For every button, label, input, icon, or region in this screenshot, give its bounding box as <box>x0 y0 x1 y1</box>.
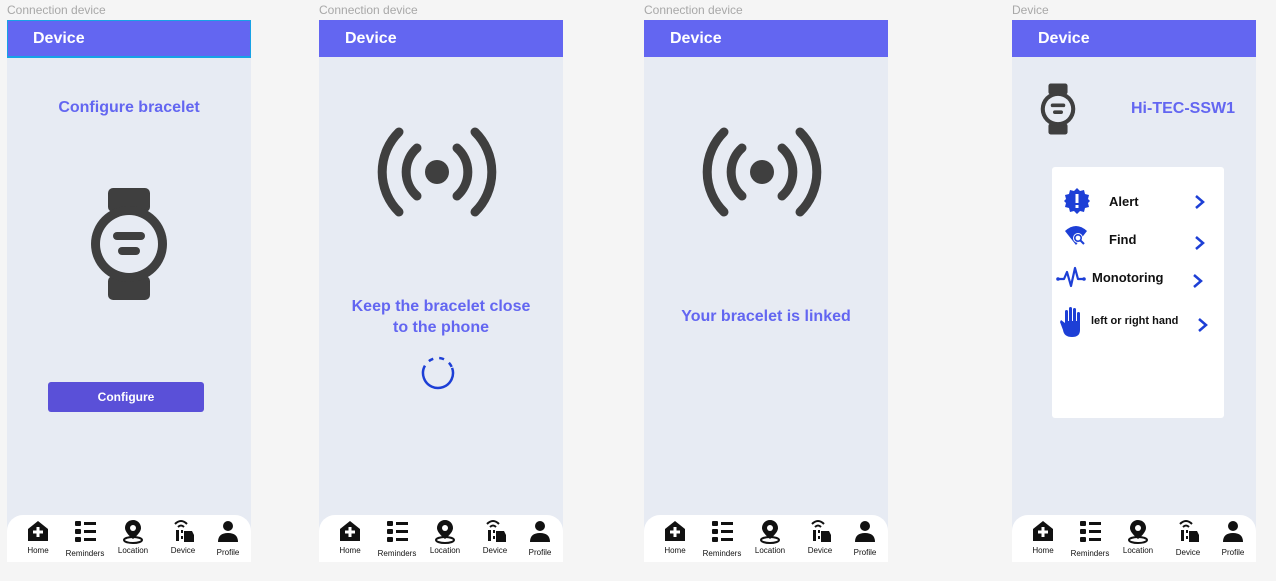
phone-screen: Device Configure bracelet Configure Home… <box>7 20 251 562</box>
nav-location[interactable]: Location <box>1115 515 1161 562</box>
nav-home[interactable]: Home <box>652 515 698 562</box>
hand-icon <box>1060 307 1080 337</box>
nav-location[interactable]: Location <box>747 515 793 562</box>
nav-profile[interactable]: Profile <box>842 515 888 562</box>
device-menu: Alert Find Monotoring left or right hand <box>1052 167 1224 418</box>
location-pin-icon <box>760 520 780 544</box>
menu-item-hand-label: left or right hand <box>1091 315 1179 327</box>
nav-home[interactable]: Home <box>1020 515 1066 562</box>
nav-profile-label: Profile <box>1221 548 1245 557</box>
keep-close-line2: to the phone <box>393 319 489 336</box>
list-icon <box>75 521 96 542</box>
device-tap-icon <box>811 520 831 542</box>
list-icon <box>387 521 408 542</box>
location-pin-icon <box>123 520 143 544</box>
header-title: Device <box>1012 20 1256 57</box>
frame-label: Connection device <box>319 3 418 17</box>
chevron-right-icon <box>1195 195 1205 209</box>
nav-profile[interactable]: Profile <box>517 515 563 562</box>
configure-title: Configure bracelet <box>58 99 200 116</box>
nav-profile-label: Profile <box>528 548 552 557</box>
nav-reminders[interactable]: Reminders <box>1067 515 1113 562</box>
device-name: Hi-TEC-SSW1 <box>1131 100 1235 117</box>
nav-home[interactable]: Home <box>327 515 373 562</box>
linked-message: Your bracelet is linked <box>681 308 851 325</box>
nav-location[interactable]: Location <box>422 515 468 562</box>
device-tap-icon <box>174 520 194 542</box>
signal-icon <box>377 127 497 217</box>
nav-reminders[interactable]: Reminders <box>374 515 420 562</box>
home-plus-icon <box>665 521 685 541</box>
chevron-right-icon <box>1193 274 1203 288</box>
bottom-nav: Home Reminders Location Device Profile <box>1012 515 1256 562</box>
device-tap-icon <box>486 520 506 542</box>
chevron-right-icon <box>1195 236 1205 250</box>
location-pin-icon <box>1128 520 1148 544</box>
profile-icon <box>530 521 550 542</box>
keep-close-line1: Keep the bracelet close <box>351 298 531 315</box>
phone-screen: Device Hi-TEC-SSW1 Alert Find Monotoring… <box>1012 20 1256 562</box>
nav-profile[interactable]: Profile <box>1210 515 1256 562</box>
phone-screen: Device Your bracelet is linked Home Remi… <box>644 20 888 562</box>
home-plus-icon <box>1033 521 1053 541</box>
profile-icon <box>1223 521 1243 542</box>
find-signal-icon <box>1065 226 1087 245</box>
configure-button[interactable]: Configure <box>48 382 204 412</box>
menu-item-find[interactable]: Find <box>1052 223 1224 253</box>
nav-home[interactable]: Home <box>15 515 61 562</box>
header-title: Device <box>7 20 251 58</box>
frame-label: Connection device <box>7 3 106 17</box>
nav-reminders[interactable]: Reminders <box>62 515 108 562</box>
watch-icon <box>91 188 167 300</box>
watch-icon <box>1040 83 1076 135</box>
frame-label: Connection device <box>644 3 743 17</box>
loading-spinner-icon <box>421 356 455 390</box>
location-pin-icon <box>435 520 455 544</box>
profile-icon <box>855 521 875 542</box>
signal-icon <box>702 127 822 217</box>
home-plus-icon <box>28 521 48 541</box>
heartbeat-icon <box>1056 266 1086 288</box>
menu-item-monitoring[interactable]: Monotoring <box>1052 261 1224 291</box>
device-tap-icon <box>1179 520 1199 542</box>
nav-profile-label: Profile <box>216 548 240 557</box>
header-title: Device <box>644 20 888 57</box>
menu-item-hand[interactable]: left or right hand <box>1052 304 1224 340</box>
chevron-right-icon <box>1198 318 1208 332</box>
menu-item-alert[interactable]: Alert <box>1052 185 1224 215</box>
menu-item-alert-label: Alert <box>1109 194 1139 209</box>
nav-profile-label: Profile <box>853 548 877 557</box>
frame-label: Device <box>1012 3 1049 17</box>
nav-location[interactable]: Location <box>110 515 156 562</box>
menu-item-monitoring-label: Monotoring <box>1092 270 1164 285</box>
alert-badge-icon <box>1064 188 1090 214</box>
bottom-nav: Home Reminders Location Device Profile <box>644 515 888 562</box>
nav-profile[interactable]: Profile <box>205 515 251 562</box>
menu-item-find-label: Find <box>1109 232 1137 247</box>
profile-icon <box>218 521 238 542</box>
list-icon <box>712 521 733 542</box>
bottom-nav: Home Reminders Location Device Profile <box>7 515 251 562</box>
bottom-nav: Home Reminders Location Device Profile <box>319 515 563 562</box>
list-icon <box>1080 521 1101 542</box>
home-plus-icon <box>340 521 360 541</box>
phone-screen: Device Keep the bracelet close to the ph… <box>319 20 563 562</box>
nav-reminders[interactable]: Reminders <box>699 515 745 562</box>
header-title: Device <box>319 20 563 57</box>
